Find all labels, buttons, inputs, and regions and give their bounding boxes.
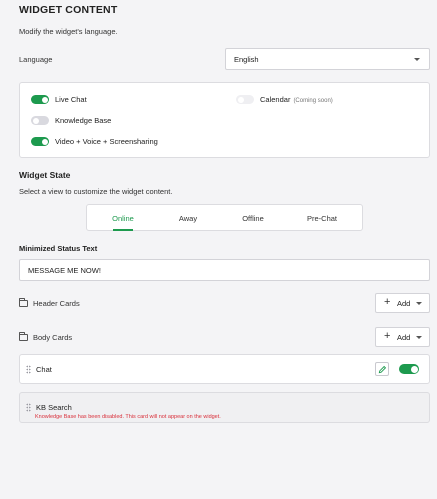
live-chat-toggle[interactable] (31, 95, 49, 104)
chat-card-toggle[interactable] (399, 364, 419, 374)
body-cards-label: Body Cards (33, 333, 73, 342)
tab-online[interactable]: Online (97, 205, 149, 232)
calendar-coming-soon: (Coming soon) (293, 98, 333, 104)
tab-pre-chat[interactable]: Pre-Chat (292, 205, 352, 232)
page-title: WIDGET CONTENT (19, 4, 118, 16)
chevron-down-icon (416, 302, 422, 305)
chat-card-label: Chat (36, 365, 52, 374)
active-tab-indicator (113, 229, 133, 231)
add-header-card-button[interactable]: + Add (375, 293, 430, 313)
drag-handle-icon[interactable] (26, 365, 31, 374)
widget-state-tabs: Online Away Offline Pre-Chat (86, 204, 363, 231)
tab-away[interactable]: Away (163, 205, 213, 232)
plus-icon: + (384, 296, 391, 308)
calendar-toggle (236, 95, 254, 104)
chevron-down-icon (414, 58, 420, 61)
widget-state-subtitle: Select a view to customize the widget co… (19, 187, 173, 196)
kb-search-card-label: KB Search (36, 403, 72, 412)
add-body-card-label: Add (397, 333, 411, 342)
page-subtitle: Modify the widget's language. (19, 27, 118, 36)
chevron-down-icon (416, 336, 422, 339)
language-selected-value: English (234, 54, 259, 64)
plus-icon: + (384, 330, 391, 342)
kb-search-card[interactable]: KB Search Knowledge Base has been disabl… (19, 392, 430, 423)
drag-handle-icon[interactable] (26, 403, 31, 412)
video-voice-label: Video + Voice + Screensharing (55, 137, 158, 146)
video-voice-toggle[interactable] (31, 137, 49, 146)
features-card: Live Chat Calendar (Coming soon) Knowledg… (19, 82, 430, 158)
folder-icon (19, 298, 28, 307)
kb-search-error-text: Knowledge Base has been disabled. This c… (35, 414, 221, 420)
folder-icon (19, 332, 28, 341)
header-cards-label: Header Cards (33, 299, 80, 308)
pencil-icon (378, 365, 387, 374)
language-label: Language (19, 55, 53, 64)
minimized-status-input[interactable]: MESSAGE ME NOW! (19, 259, 430, 281)
widget-state-title: Widget State (19, 170, 71, 180)
add-body-card-button[interactable]: + Add (375, 327, 430, 347)
knowledge-base-toggle[interactable] (31, 116, 49, 125)
minimized-status-value: MESSAGE ME NOW! (28, 265, 101, 275)
add-header-card-label: Add (397, 299, 411, 308)
calendar-label: Calendar (Coming soon) (260, 95, 333, 104)
language-select[interactable]: English (225, 48, 430, 70)
edit-chat-card-button[interactable] (375, 362, 389, 376)
minimized-status-label: Minimized Status Text (19, 244, 98, 253)
chat-card[interactable]: Chat (19, 354, 430, 384)
tab-offline[interactable]: Offline (227, 205, 279, 232)
knowledge-base-label: Knowledge Base (55, 116, 112, 125)
live-chat-label: Live Chat (55, 95, 87, 104)
calendar-label-text: Calendar (260, 95, 291, 104)
